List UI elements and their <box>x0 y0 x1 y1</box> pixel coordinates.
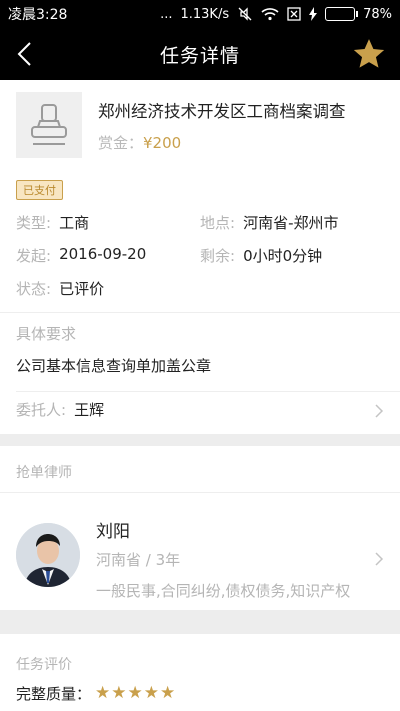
task-header: 郑州经济技术开发区工商档案调查 赏金：¥200 <box>0 80 400 172</box>
evaluation-label: 任务评价 <box>16 657 72 673</box>
battery-percent: 78% <box>363 6 392 22</box>
mute-icon <box>237 6 253 22</box>
rating-star-icon: ★ <box>127 683 143 703</box>
client-name: 王辉 <box>74 401 105 419</box>
wifi-icon <box>261 7 279 21</box>
chevron-right-icon[interactable] <box>374 551 384 566</box>
info-type-label: 类型: <box>16 214 52 232</box>
lawyer-meta: 河南省 / 3年 <box>96 551 181 569</box>
paid-badge: 已支付 <box>16 180 63 200</box>
quality-label: 完整质量： <box>16 685 92 703</box>
client-label: 委托人: <box>16 401 67 419</box>
requirement-section: 具体要求 公司基本信息查询单加盖公章 委托人: 王辉 <box>0 312 400 434</box>
task-reward: 赏金：¥200 <box>98 132 181 153</box>
lawyer-name: 刘阳 <box>96 522 130 542</box>
sim-off-icon <box>287 7 301 21</box>
lawyer-section-label: 抢单律师 <box>16 465 72 481</box>
rating-star-icon: ★ <box>95 683 111 703</box>
network-speed: 1.13K/s <box>180 6 230 22</box>
divider <box>16 391 400 392</box>
info-type-value: 工商 <box>59 214 90 232</box>
rating-star-icon: ★ <box>160 683 176 703</box>
info-status-label: 状态: <box>16 280 52 298</box>
info-location-value: 河南省-郑州市 <box>243 214 339 232</box>
client-row[interactable]: 委托人: 王辉 <box>16 399 104 420</box>
rating-star-icon: ★ <box>111 683 127 703</box>
info-status: 状态: 已评价 <box>16 278 104 299</box>
chevron-left-icon[interactable] <box>12 40 40 68</box>
info-start-label: 发起: <box>16 247 52 265</box>
status-icons: ... 1.13K/s 78% <box>160 6 392 22</box>
battery-icon <box>325 7 359 21</box>
chevron-right-icon[interactable] <box>374 403 384 418</box>
lawyer-section-header: 抢单律师 <box>0 446 400 492</box>
info-status-value: 已评价 <box>59 280 105 298</box>
quality-rating: 完整质量： ★ ★ ★ ★ ★ <box>16 683 175 704</box>
info-location: 地点: 河南省-郑州市 <box>200 212 338 233</box>
info-type: 类型: 工商 <box>16 212 89 233</box>
rating-star-icon: ★ <box>143 683 160 703</box>
charging-icon <box>309 7 318 21</box>
evaluation-section: 任务评价 完整质量： ★ ★ ★ ★ ★ <box>0 634 400 711</box>
info-start-value: 2016-09-20 <box>59 245 147 263</box>
status-dots: ... <box>160 6 173 22</box>
nav-bar: 任务详情 <box>0 28 400 80</box>
info-remaining: 剩余: 0小时0分钟 <box>200 245 322 266</box>
avatar <box>16 523 80 587</box>
task-title: 郑州经济技术开发区工商档案调查 <box>98 102 346 121</box>
star-icon[interactable] <box>352 37 386 71</box>
info-remaining-value: 0小时0分钟 <box>243 247 323 265</box>
reward-label: 赏金： <box>98 134 144 152</box>
status-bar: 凌晨3:28 ... 1.13K/s 78% <box>0 0 400 28</box>
star-rating: ★ ★ ★ ★ ★ <box>95 685 175 702</box>
lawyer-card[interactable]: 刘阳 河南省 / 3年 一般民事,合同纠纷,债权债务,知识产权 <box>0 492 400 610</box>
info-remaining-label: 剩余: <box>200 247 236 265</box>
reward-amount: ¥200 <box>143 134 182 152</box>
page-title: 任务详情 <box>159 44 240 67</box>
requirement-label: 具体要求 <box>16 325 77 343</box>
requirement-text: 公司基本信息查询单加盖公章 <box>16 357 212 375</box>
lawyer-specialties: 一般民事,合同纠纷,债权债务,知识产权 <box>96 582 351 600</box>
info-start: 发起: 2016-09-20 <box>16 245 146 266</box>
stamp-icon <box>16 92 82 158</box>
status-time: 凌晨3:28 <box>8 7 68 23</box>
task-info: 已支付 类型: 工商 地点: 河南省-郑州市 发起: 2016-09-20 剩余… <box>0 172 400 312</box>
info-location-label: 地点: <box>200 214 236 232</box>
